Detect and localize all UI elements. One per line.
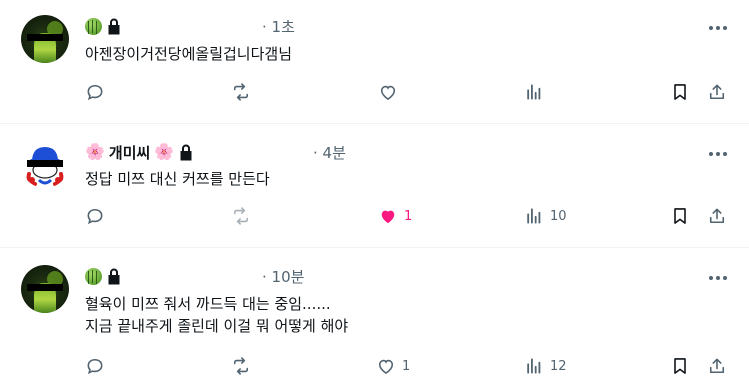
- more-icon[interactable]: [706, 18, 730, 38]
- reply-icon: [87, 84, 103, 101]
- like-button[interactable]: [378, 82, 404, 102]
- more-icon[interactable]: [706, 268, 730, 288]
- retweet-button[interactable]: [231, 82, 257, 102]
- share-icon: [709, 84, 725, 100]
- display-name[interactable]: 개미씨: [109, 142, 150, 163]
- bookmark-icon: [674, 358, 686, 374]
- like-icon: [381, 210, 395, 224]
- views-icon: [527, 358, 541, 374]
- bookmark-icon: [674, 208, 686, 224]
- avatar[interactable]: [21, 265, 69, 313]
- melon-badge-icon: [85, 267, 102, 285]
- share-button[interactable]: [707, 82, 727, 102]
- share-button[interactable]: [707, 206, 727, 226]
- flower-icon: 🌸: [154, 142, 175, 161]
- retweet-icon: [233, 83, 249, 101]
- share-icon: [709, 208, 725, 224]
- view-count: 12: [550, 358, 567, 374]
- like-icon: [380, 85, 396, 101]
- tweet[interactable]: 🌸 개미씨 🌸 · 4분 정답 미쯔 대신 커쯔를 만든다 1 10: [0, 124, 749, 248]
- censor-bar: [27, 34, 63, 41]
- censor-bar: [27, 284, 63, 291]
- views-button[interactable]: [524, 82, 550, 102]
- reply-button[interactable]: [85, 82, 111, 102]
- like-icon: [378, 359, 394, 375]
- bookmark-button[interactable]: [670, 206, 690, 226]
- more-icon[interactable]: [706, 144, 730, 164]
- retweet-icon: [233, 207, 249, 225]
- censor-bar: [27, 160, 63, 167]
- like-count: 1: [404, 208, 413, 224]
- bookmark-button[interactable]: [670, 82, 690, 102]
- views-button[interactable]: 10: [524, 206, 567, 226]
- like-button[interactable]: 1: [378, 206, 412, 226]
- avatar[interactable]: [21, 15, 69, 63]
- retweet-button[interactable]: [231, 356, 257, 376]
- tweet-actions: [0, 82, 749, 110]
- tweet-text: 혈육이 미쯔 줘서 까드득 대는 중임...... 지금 끝내주게 졸린데 이걸…: [85, 295, 349, 335]
- reply-button[interactable]: [85, 356, 111, 376]
- retweet-button: [231, 206, 257, 226]
- tweet-actions: 1 10: [0, 206, 749, 234]
- tweet[interactable]: · 1초 아젠장이거전당에올릴겁니다갬님: [0, 0, 749, 124]
- bookmark-button[interactable]: [670, 356, 690, 376]
- views-icon: [527, 208, 541, 224]
- like-button[interactable]: 1: [376, 356, 410, 376]
- views-icon: [527, 84, 541, 100]
- tweet-time[interactable]: · 4분: [313, 142, 346, 163]
- view-count: 10: [550, 208, 567, 224]
- tweet-text: 아젠장이거전당에올릴겁니다갬님: [85, 45, 293, 63]
- lock-icon: [180, 144, 192, 161]
- flower-icon: 🌸: [85, 142, 105, 161]
- tweet-text: 정답 미쯔 대신 커쯔를 만든다: [85, 170, 270, 188]
- like-count: 1: [402, 358, 411, 374]
- lock-icon: [108, 268, 120, 285]
- reply-icon: [87, 358, 103, 375]
- reply-icon: [87, 208, 103, 225]
- melon-badge-icon: [85, 17, 102, 35]
- tweet-header: [85, 266, 122, 286]
- tweet-header: 🌸 개미씨 🌸: [85, 142, 194, 162]
- share-button[interactable]: [707, 356, 727, 376]
- tweet[interactable]: · 10분 혈육이 미쯔 줘서 까드득 대는 중임...... 지금 끝내주게 …: [0, 248, 749, 391]
- avatar[interactable]: [21, 140, 69, 188]
- views-button[interactable]: 12: [524, 356, 567, 376]
- share-icon: [709, 358, 725, 374]
- lock-icon: [108, 18, 120, 35]
- retweet-icon: [233, 357, 249, 375]
- tweet-header: [85, 16, 122, 36]
- tweet-time[interactable]: · 1초: [262, 16, 295, 37]
- bookmark-icon: [674, 84, 686, 100]
- tweet-time[interactable]: · 10분: [262, 266, 304, 287]
- tweet-actions: 1 12: [0, 356, 749, 384]
- reply-button[interactable]: [85, 206, 111, 226]
